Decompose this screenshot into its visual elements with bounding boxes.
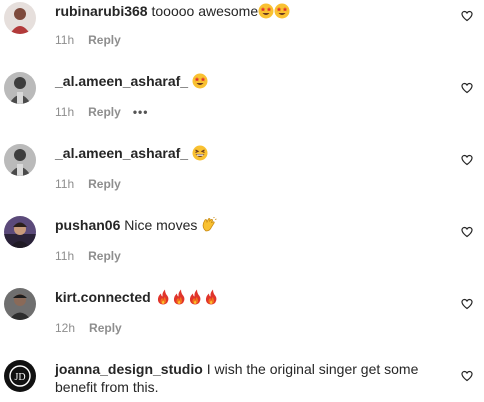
more-options-button[interactable]: •••: [133, 105, 149, 119]
comment-body: rubinarubi368 tooooo awesome: [55, 2, 430, 20]
star-struck-emoji-icon: [274, 3, 290, 19]
comment-meta: 12h Reply: [55, 321, 122, 335]
comment-meta: 11h Reply: [55, 177, 121, 191]
fire-emoji-icon: [155, 289, 171, 305]
comment-meta: 11h Reply: [55, 249, 121, 263]
comment-meta: 11h Reply •••: [55, 105, 148, 119]
avatar[interactable]: JD: [4, 360, 36, 392]
clapping-hands-emoji-icon: [201, 216, 217, 233]
fire-emoji-icon: [203, 289, 219, 305]
comment-time: 11h: [55, 33, 75, 47]
comment-time: 12h: [55, 321, 76, 335]
heart-icon[interactable]: [461, 225, 473, 238]
avatar-initials: JD: [14, 372, 25, 383]
avatar[interactable]: [4, 144, 36, 176]
comment-username[interactable]: pushan06: [55, 217, 120, 233]
star-struck-emoji-icon: [258, 3, 274, 19]
comment-text: Nice moves: [124, 217, 198, 233]
heart-icon[interactable]: [461, 369, 473, 382]
avatar[interactable]: [4, 216, 36, 248]
fire-emoji-icon: [171, 289, 187, 305]
reply-button[interactable]: Reply: [88, 105, 121, 119]
comment-username[interactable]: rubinarubi368: [55, 3, 148, 19]
reply-button[interactable]: Reply: [88, 33, 121, 47]
comment-meta: 11h Reply: [55, 33, 121, 47]
comment-time: 11h: [55, 105, 75, 119]
heart-icon[interactable]: [461, 153, 473, 166]
comment-username[interactable]: kirt.connected: [55, 289, 151, 305]
heart-icon[interactable]: [461, 9, 473, 22]
comment-username[interactable]: _al.ameen_asharaf_: [55, 145, 188, 161]
comment-username[interactable]: joanna_design_studio: [55, 361, 203, 377]
star-struck-emoji-icon: [192, 73, 208, 89]
heart-icon[interactable]: [461, 297, 473, 310]
reply-button[interactable]: Reply: [88, 249, 121, 263]
comment-text: tooooo awesome: [151, 3, 259, 19]
reply-button[interactable]: Reply: [89, 321, 122, 335]
comment-username[interactable]: _al.ameen_asharaf_: [55, 73, 188, 89]
comment-time: 11h: [55, 249, 75, 263]
avatar[interactable]: [4, 288, 36, 320]
comment-body: kirt.connected: [55, 288, 430, 306]
comment-body: _al.ameen_asharaf_: [55, 144, 430, 162]
comment-time: 11h: [55, 177, 75, 191]
heart-icon[interactable]: [461, 81, 473, 94]
comment-body: joanna_design_studio I wish the original…: [55, 360, 430, 396]
avatar[interactable]: [4, 72, 36, 104]
reply-button[interactable]: Reply: [88, 177, 121, 191]
avatar[interactable]: [4, 2, 36, 34]
comment-body: _al.ameen_asharaf_: [55, 72, 430, 90]
comment-body: pushan06 Nice moves: [55, 216, 430, 234]
grinning-squinting-emoji-icon: [192, 145, 208, 161]
fire-emoji-icon: [187, 289, 203, 305]
